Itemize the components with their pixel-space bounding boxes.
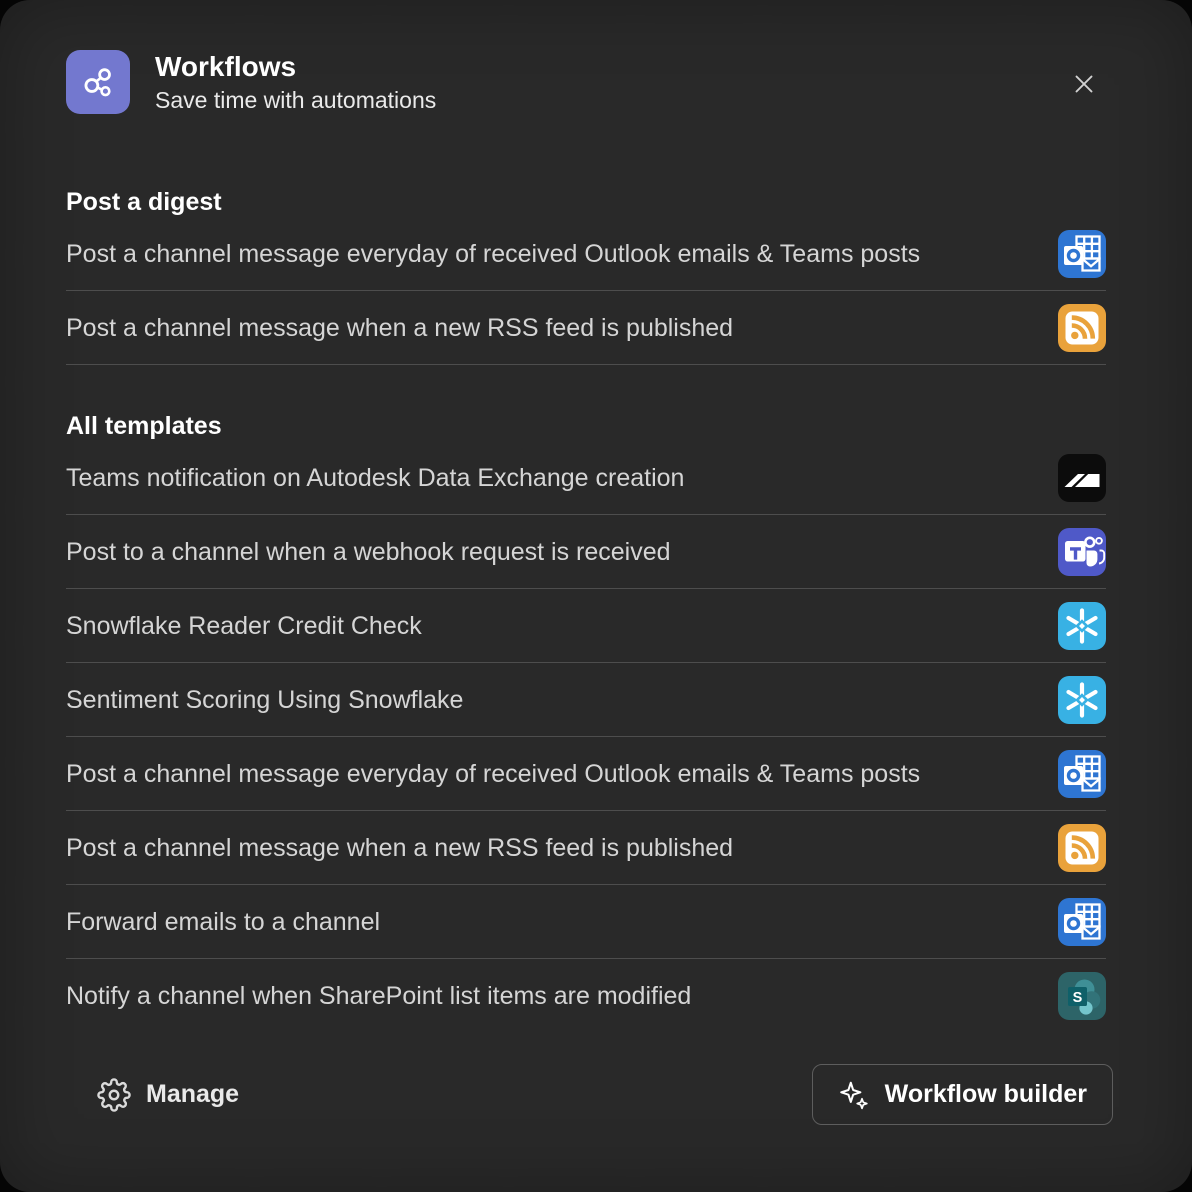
- template-item-autodesk[interactable]: Teams notification on Autodesk Data Exch…: [66, 441, 1106, 515]
- dialog-title: Workflows: [155, 50, 1106, 84]
- section-post-a-digest: Post a digest Post a channel message eve…: [66, 187, 1106, 365]
- template-label: Notify a channel when SharePoint list it…: [66, 981, 691, 1011]
- template-label: Post a channel message everyday of recei…: [66, 239, 920, 269]
- gear-icon: [97, 1078, 131, 1112]
- teams-icon: [1058, 528, 1106, 576]
- template-label: Post a channel message when a new RSS fe…: [66, 833, 733, 863]
- dialog-content: Post a digest Post a channel message eve…: [0, 187, 1192, 1032]
- workflow-share-icon: [77, 61, 119, 103]
- template-label: Snowflake Reader Credit Check: [66, 611, 422, 641]
- template-item-forward-emails[interactable]: Forward emails to a channel: [66, 885, 1106, 959]
- workflows-app-icon: [66, 50, 130, 114]
- workflow-builder-label: Workflow builder: [885, 1080, 1087, 1109]
- workflow-builder-button[interactable]: Workflow builder: [812, 1064, 1113, 1125]
- template-item-rss-published[interactable]: Post a channel message when a new RSS fe…: [66, 811, 1106, 885]
- close-button[interactable]: [1061, 61, 1107, 107]
- dialog-header: Workflows Save time with automations: [0, 0, 1192, 115]
- rss-icon: [1058, 304, 1106, 352]
- template-label: Teams notification on Autodesk Data Exch…: [66, 463, 684, 493]
- template-item-sharepoint[interactable]: Notify a channel when SharePoint list it…: [66, 959, 1106, 1032]
- template-label: Sentiment Scoring Using Snowflake: [66, 685, 463, 715]
- snowflake-icon: [1058, 602, 1106, 650]
- header-text: Workflows Save time with automations: [155, 50, 1106, 115]
- manage-button[interactable]: Manage: [97, 1078, 239, 1112]
- rss-icon: [1058, 824, 1106, 872]
- workflows-dialog: Workflows Save time with automations Pos…: [0, 0, 1192, 1192]
- template-item-snowflake-credit[interactable]: Snowflake Reader Credit Check: [66, 589, 1106, 663]
- template-item-outlook-everyday[interactable]: Post a channel message everyday of recei…: [66, 737, 1106, 811]
- outlook-icon: [1058, 230, 1106, 278]
- template-label: Post to a channel when a webhook request…: [66, 537, 671, 567]
- section-heading: All templates: [66, 411, 1106, 441]
- template-item-outlook-digest[interactable]: Post a channel message everyday of recei…: [66, 217, 1106, 291]
- dialog-footer: Manage Workflow builder: [0, 1032, 1192, 1125]
- outlook-icon: [1058, 750, 1106, 798]
- manage-label: Manage: [146, 1080, 239, 1109]
- autodesk-icon: [1058, 454, 1106, 502]
- template-label: Forward emails to a channel: [66, 907, 380, 937]
- outlook-icon: [1058, 898, 1106, 946]
- dialog-subtitle: Save time with automations: [155, 85, 1106, 115]
- template-item-snowflake-sentiment[interactable]: Sentiment Scoring Using Snowflake: [66, 663, 1106, 737]
- template-label: Post a channel message when a new RSS fe…: [66, 313, 733, 343]
- section-heading: Post a digest: [66, 187, 1106, 217]
- template-item-rss-digest[interactable]: Post a channel message when a new RSS fe…: [66, 291, 1106, 365]
- sparkles-icon: [838, 1079, 870, 1111]
- snowflake-icon: [1058, 676, 1106, 724]
- template-item-webhook[interactable]: Post to a channel when a webhook request…: [66, 515, 1106, 589]
- close-icon: [1069, 69, 1099, 99]
- sharepoint-icon: [1058, 972, 1106, 1020]
- section-all-templates: All templates Teams notification on Auto…: [66, 411, 1106, 1032]
- template-label: Post a channel message everyday of recei…: [66, 759, 920, 789]
